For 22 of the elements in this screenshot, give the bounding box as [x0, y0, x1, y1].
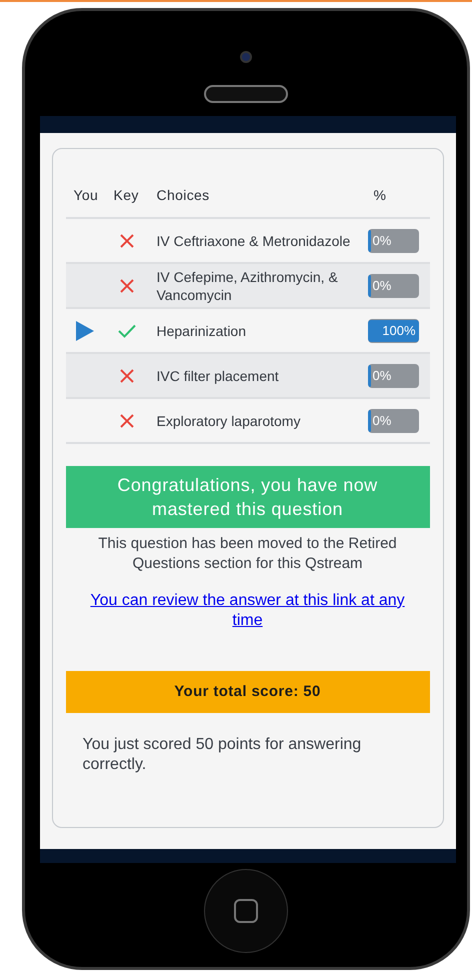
choice-text: IV Ceftriaxone & Metronidazole: [156, 232, 352, 250]
choice-text: Exploratory laparotomy: [156, 412, 302, 430]
points-text: You just scored 50 points for answering correctly.: [82, 735, 362, 775]
column-header: Choices: [156, 186, 211, 205]
square-icon: [234, 899, 258, 923]
percent-text: 100%: [382, 322, 416, 338]
percent-text: 0%: [372, 278, 392, 294]
speaker-icon: [204, 85, 288, 103]
choice-text: IV Cefepime, Azithromycin, & Vancomycin: [156, 268, 339, 304]
review-link[interactable]: You can review the answer at this link at any time: [84, 591, 412, 631]
camera-icon: [240, 51, 252, 63]
choice-text: Heparinization: [156, 322, 247, 340]
column-header: Key: [112, 186, 140, 205]
column-header: %: [372, 186, 388, 205]
score-bar: Your total score: 50: [66, 671, 430, 713]
percent-text: 0%: [372, 412, 392, 428]
column-header: You: [72, 186, 100, 205]
mastered-banner: Congratulations, you have now mastered this question: [66, 466, 430, 528]
percent-text: 0%: [372, 368, 392, 384]
retired-note: This question has been moved to the Retired Questions section for this Qstream: [97, 534, 398, 574]
percent-text: 0%: [372, 232, 392, 248]
choice-text: IVC filter placement: [156, 366, 280, 384]
